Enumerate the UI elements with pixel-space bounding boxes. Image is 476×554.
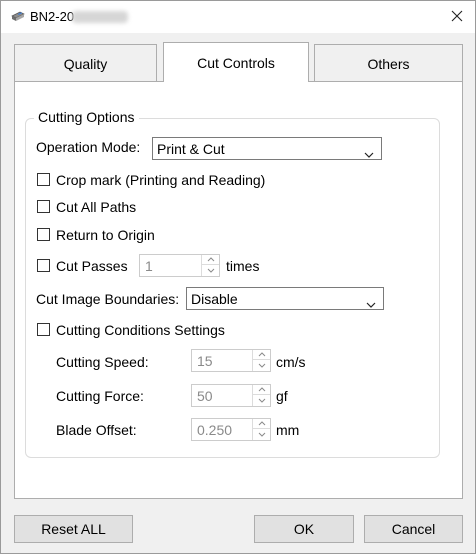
cut-passes-value: 1 [145,258,153,274]
window-title: BN2-20 [30,9,75,24]
cutting-speed-value: 15 [197,353,213,369]
cutting-force-label: Cutting Force: [56,388,144,404]
reset-all-button[interactable]: Reset ALL [14,515,133,543]
cut-all-paths-checkbox[interactable] [37,200,50,213]
spinner-buttons [252,350,270,371]
chevron-down-icon [364,145,374,161]
tab-quality[interactable]: Quality [14,44,157,82]
printer-icon [10,10,26,24]
operation-mode-label: Operation Mode: [36,139,141,155]
cut-passes-label: Cut Passes [56,258,128,274]
ok-button[interactable]: OK [254,515,354,543]
cutting-force-spinner[interactable]: 50 [191,384,271,407]
cutting-speed-label: Cutting Speed: [56,354,149,370]
blade-offset-unit: mm [276,422,300,438]
cut-all-paths-label: Cut All Paths [56,199,137,215]
cut-passes-checkbox[interactable] [37,259,50,272]
close-icon [451,9,463,25]
spinner-buttons [201,255,219,276]
operation-mode-select[interactable]: Print & Cut [152,137,382,160]
crop-mark-checkbox[interactable] [37,173,50,186]
return-to-origin-checkbox[interactable] [37,228,50,241]
tab-cut-controls[interactable]: Cut Controls [163,42,309,82]
cutting-force-value: 50 [197,388,213,404]
cancel-label: Cancel [391,521,436,537]
title-bar: BN2-20 [1,1,475,33]
cutting-conditions-checkbox[interactable] [37,323,50,336]
chevron-down-icon [366,295,376,311]
tab-others-label: Others [367,55,410,72]
spin-up-button[interactable] [253,385,270,395]
cutting-conditions-label: Cutting Conditions Settings [56,322,225,338]
cut-passes-spinner[interactable]: 1 [139,254,220,277]
blade-offset-spinner[interactable]: 0.250 [191,418,271,441]
cut-passes-unit: times [226,258,260,274]
spinner-buttons [252,419,270,440]
spin-up-button[interactable] [253,350,270,360]
reset-all-label: Reset ALL [41,521,106,537]
close-button[interactable] [439,1,475,33]
cancel-button[interactable]: Cancel [364,515,463,543]
cut-image-boundaries-value: Disable [191,290,238,307]
spin-down-button[interactable] [253,360,270,370]
cut-image-boundaries-select[interactable]: Disable [186,287,384,310]
spin-down-button[interactable] [253,395,270,405]
cutting-force-unit: gf [276,388,288,404]
ok-label: OK [293,521,315,537]
tab-others[interactable]: Others [314,44,463,82]
cut-image-boundaries-label: Cut Image Boundaries: [36,291,180,307]
spin-up-button[interactable] [253,419,270,429]
operation-mode-value: Print & Cut [157,140,225,157]
redacted-title-suffix [72,11,128,23]
tab-cut-controls-label: Cut Controls [197,54,275,71]
crop-mark-label: Crop mark (Printing and Reading) [56,172,266,188]
blade-offset-value: 0.250 [197,422,233,438]
cutting-speed-spinner[interactable]: 15 [191,349,271,372]
tab-quality-label: Quality [63,55,108,72]
blade-offset-label: Blade Offset: [56,422,137,438]
return-to-origin-label: Return to Origin [56,227,155,243]
spinner-buttons [252,385,270,406]
spin-down-button[interactable] [202,265,219,275]
dialog-window: BN2-20 Quality Cut Controls Others Cutti… [0,0,476,554]
spin-up-button[interactable] [202,255,219,265]
cutting-speed-unit: cm/s [276,354,306,370]
group-title: Cutting Options [34,109,139,125]
spin-down-button[interactable] [253,429,270,439]
